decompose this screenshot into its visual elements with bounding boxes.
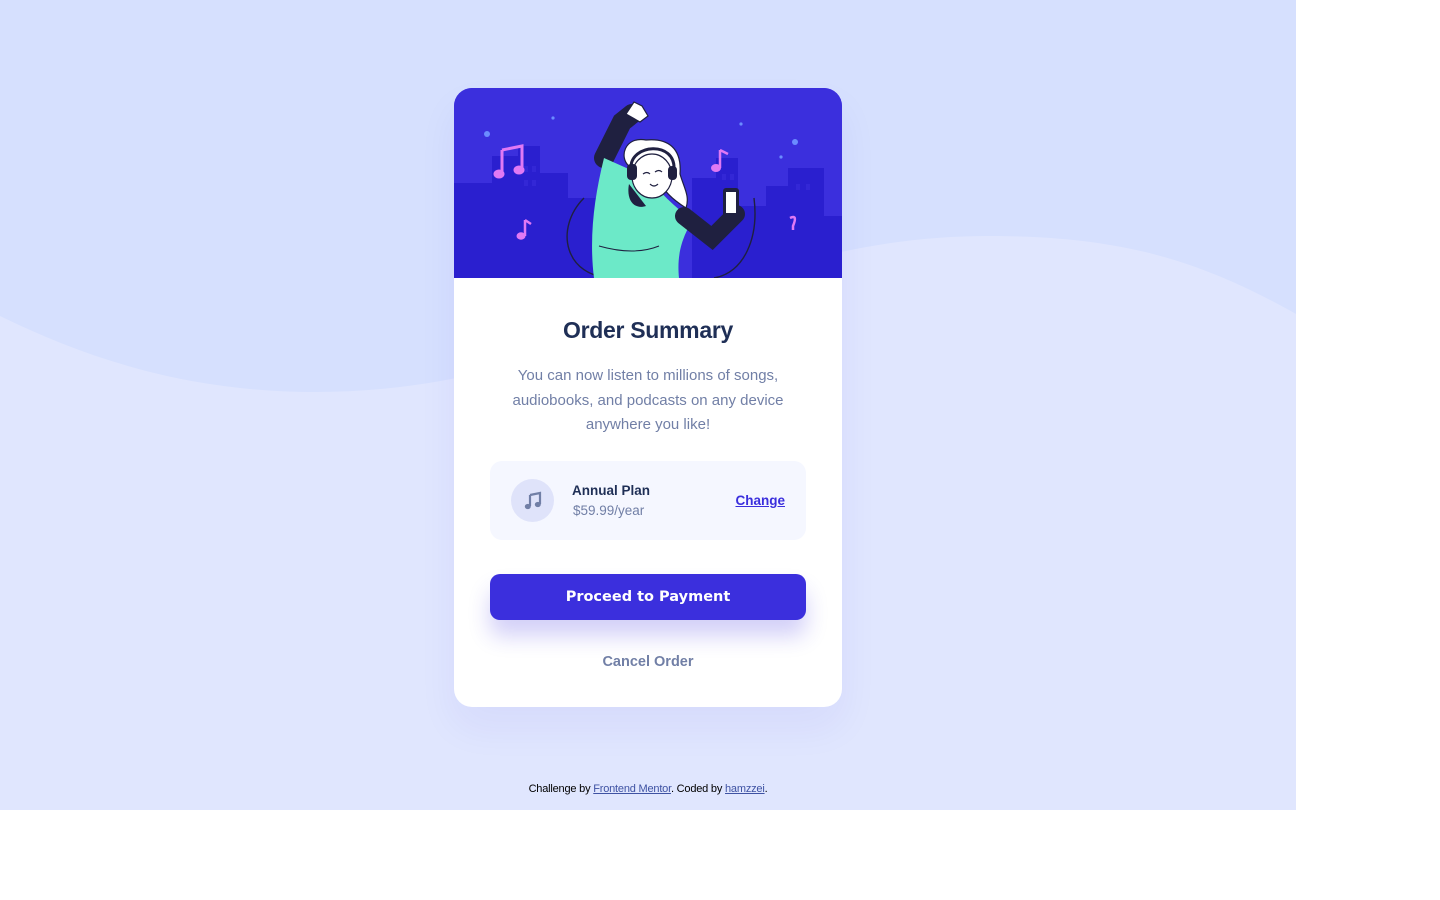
attribution: Challenge by Frontend Mentor. Coded by h… — [0, 783, 1296, 795]
page-title: Order Summary — [563, 317, 733, 343]
cancel-order-button[interactable]: Cancel Order — [454, 654, 842, 670]
plan-price: $59.99/year — [573, 503, 645, 518]
frontend-mentor-link[interactable]: Frontend Mentor — [593, 783, 671, 795]
page-background: Order Summary You can now listen to mill… — [0, 0, 1296, 810]
change-plan-link[interactable]: Change — [735, 493, 785, 508]
attribution-middle: . Coded by — [670, 783, 726, 795]
order-summary-card: Order Summary You can now listen to mill… — [454, 88, 842, 707]
author-link[interactable]: hamzzei — [725, 783, 765, 795]
attribution-suffix: . — [764, 783, 768, 795]
hero-illustration — [454, 88, 842, 278]
plan-summary: Annual Plan $59.99/year Change — [490, 461, 806, 540]
attribution-prefix: Challenge by — [528, 783, 594, 795]
music-note-icon — [511, 479, 554, 522]
plan-name: Annual Plan — [572, 483, 651, 498]
proceed-to-payment-button[interactable]: Proceed to Payment — [490, 574, 806, 620]
order-description: You can now listen to millions of songs,… — [512, 367, 784, 433]
